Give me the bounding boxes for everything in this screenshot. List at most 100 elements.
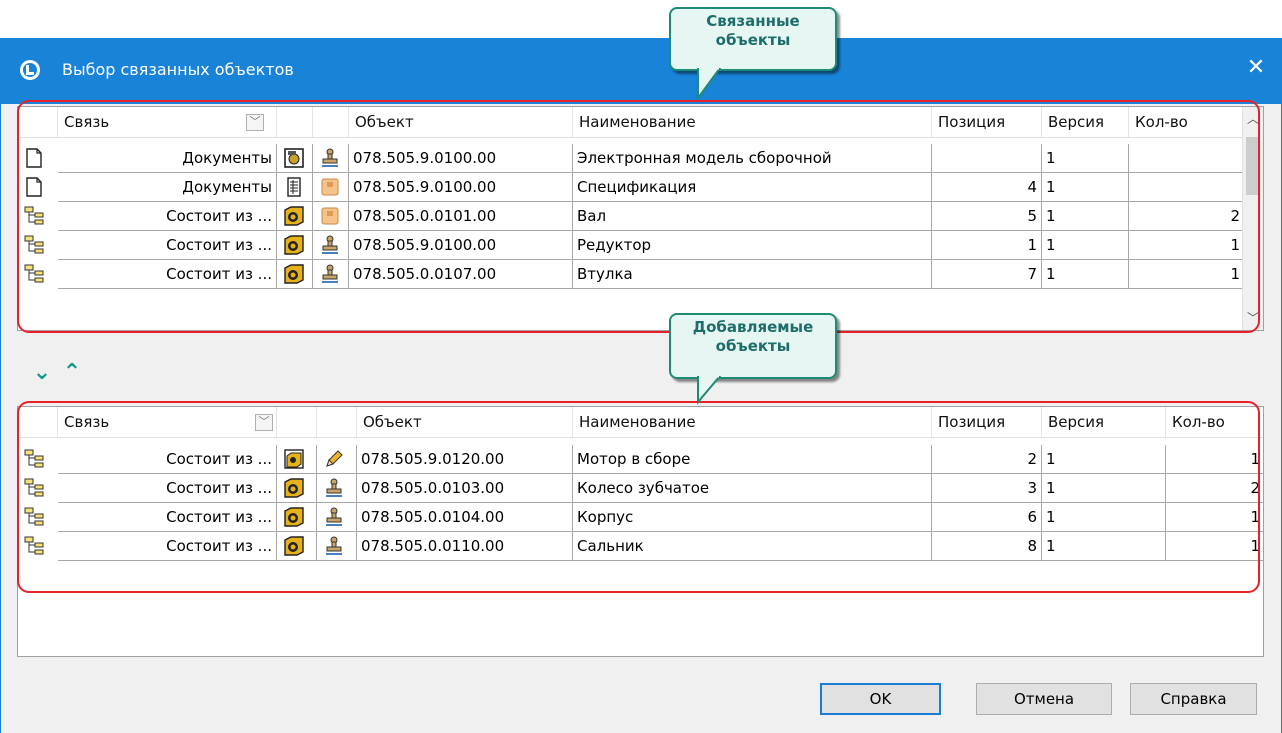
header-qty-label: Кол-во: [1135, 113, 1188, 131]
link-cell: Состоит из ...: [58, 532, 277, 561]
link-cell: Состоит из ...: [58, 202, 277, 231]
object-cell: 078.505.9.0100.00: [349, 231, 573, 260]
version-cell: 1: [1042, 503, 1166, 532]
state-cell: [317, 503, 357, 532]
table-row[interactable]: Состоит из ... 078.505.0.0107.00 Втулка 7 1 1: [18, 260, 1263, 289]
type-cell: [277, 503, 317, 532]
assembly-icon: [283, 448, 305, 470]
qty-cell: 1: [1129, 231, 1245, 260]
link-filter-dropdown[interactable]: ﹀: [255, 414, 273, 431]
header-version[interactable]: Версия: [1042, 407, 1166, 437]
callout-added-pointer: [697, 376, 722, 405]
link-filter-dropdown[interactable]: ﹀: [246, 114, 264, 131]
header-position[interactable]: Позиция: [932, 407, 1042, 437]
qty-cell: 1: [1166, 503, 1263, 532]
name-cell: Мотор в сборе: [573, 445, 932, 474]
qty-cell: [1129, 144, 1245, 173]
type-cell: [277, 445, 317, 474]
linked-objects-grid: Связь ﹀ Объект Наименование Позиция Верс…: [17, 106, 1264, 331]
folder-icon: [319, 205, 341, 227]
vertical-scrollbar[interactable]: ︿ ﹀: [1242, 107, 1263, 330]
link-cell: Состоит из ...: [58, 474, 277, 503]
header-state: [317, 407, 357, 437]
object-cell: 078.505.9.0100.00: [349, 144, 573, 173]
header-version-label: Версия: [1048, 413, 1105, 431]
header-object[interactable]: Объект: [357, 407, 573, 437]
type-cell: [277, 231, 313, 260]
name-cell: Корпус: [573, 503, 932, 532]
state-cell: [313, 260, 349, 289]
link-cell: Состоит из ...: [58, 260, 277, 289]
stamp-icon: [319, 234, 341, 256]
stamp-icon: [323, 477, 345, 499]
help-button[interactable]: Справка: [1130, 683, 1257, 715]
header-name-label: Наименование: [579, 413, 696, 431]
header-type: [277, 107, 313, 137]
type-cell: [277, 474, 317, 503]
position-cell: 8: [932, 532, 1042, 561]
position-cell: 7: [932, 260, 1042, 289]
cancel-button[interactable]: Отмена: [976, 683, 1112, 715]
table-row[interactable]: Состоит из ... 078.505.9.0100.00 Редуктор 1…: [18, 231, 1263, 260]
scroll-thumb[interactable]: [1246, 137, 1260, 195]
move-down-icon[interactable]: ⌄: [27, 362, 57, 384]
type-cell: [277, 144, 313, 173]
header-name[interactable]: Наименование: [573, 407, 932, 437]
structure-tree-icon: [23, 448, 45, 470]
name-cell: Колесо зубчатое: [573, 474, 932, 503]
link-cell: Состоит из ...: [58, 231, 277, 260]
state-cell: [313, 202, 349, 231]
table-row[interactable]: Состоит из ... 078.505.0.0101.00 Вал 5 1 2: [18, 202, 1263, 231]
header-state: [313, 107, 349, 137]
document-icon: [23, 147, 45, 169]
move-up-icon[interactable]: ⌃: [57, 362, 87, 384]
move-buttons: ⌄ ⌃: [27, 362, 87, 384]
version-cell: 1: [1042, 474, 1166, 503]
qty-cell: 1: [1166, 532, 1263, 561]
version-cell: 1: [1042, 445, 1166, 474]
header-link[interactable]: Связь: [58, 107, 277, 137]
header-link-label: Связь: [64, 113, 110, 131]
header-link-label: Связь: [64, 413, 110, 431]
stamp-icon: [319, 263, 341, 285]
qty-cell: 2: [1166, 474, 1263, 503]
header-version[interactable]: Версия: [1042, 107, 1129, 137]
position-cell: 6: [932, 503, 1042, 532]
table-row[interactable]: Документы 078.505.9.0100.00 Электронная мо…: [18, 144, 1263, 173]
part-icon: [283, 234, 305, 256]
scroll-up-icon[interactable]: ︿: [1243, 109, 1263, 129]
scroll-down-icon[interactable]: ﹀: [1243, 308, 1263, 328]
state-cell: [317, 445, 357, 474]
table-row[interactable]: Состоит из ... 078.505.0.0104.00 Корпус 6 1 1: [18, 503, 1263, 532]
callout-added-objects: Добавляемые объекты: [669, 313, 837, 379]
header-name[interactable]: Наименование: [573, 107, 932, 137]
structure-tree-icon: [23, 234, 45, 256]
link-cell: Документы: [58, 144, 277, 173]
state-cell: [317, 474, 357, 503]
header-qty[interactable]: Кол-во: [1129, 107, 1245, 137]
header-qty[interactable]: Кол-во: [1166, 407, 1263, 437]
header-object[interactable]: Объект: [349, 107, 573, 137]
header-link[interactable]: Связь: [58, 407, 277, 437]
table-row[interactable]: Состоит из ... 078.505.0.0103.00 Колесо зу…: [18, 474, 1263, 503]
table-row[interactable]: Документы 078.505.9.0100.00 Спецификация 4 1: [18, 173, 1263, 202]
header-position[interactable]: Позиция: [932, 107, 1042, 137]
part-icon: [283, 205, 305, 227]
table-row[interactable]: Состоит из ... 078.505.0.0110.00 Сальник 8 1…: [18, 532, 1263, 561]
header-object-label: Объект: [355, 113, 414, 131]
stamp-icon: [323, 535, 345, 557]
version-cell: 1: [1042, 231, 1129, 260]
callout-linked-pointer: [697, 68, 722, 102]
callout-added-line1: Добавляемые: [692, 318, 814, 336]
close-icon[interactable]: ✕: [1242, 54, 1270, 82]
object-cell: 078.505.0.0103.00: [357, 474, 573, 503]
header-version-label: Версия: [1048, 113, 1105, 131]
position-cell: [932, 144, 1042, 173]
header-position-label: Позиция: [938, 113, 1006, 131]
position-cell: 2: [932, 445, 1042, 474]
table-row[interactable]: Состоит из ... 078.505.9.0120.00 Мотор в с…: [18, 445, 1263, 474]
name-cell: Электронная модель сборочной: [573, 144, 932, 173]
position-cell: 4: [932, 173, 1042, 202]
ok-button[interactable]: OK: [820, 683, 941, 715]
structure-tree-icon: [23, 205, 45, 227]
